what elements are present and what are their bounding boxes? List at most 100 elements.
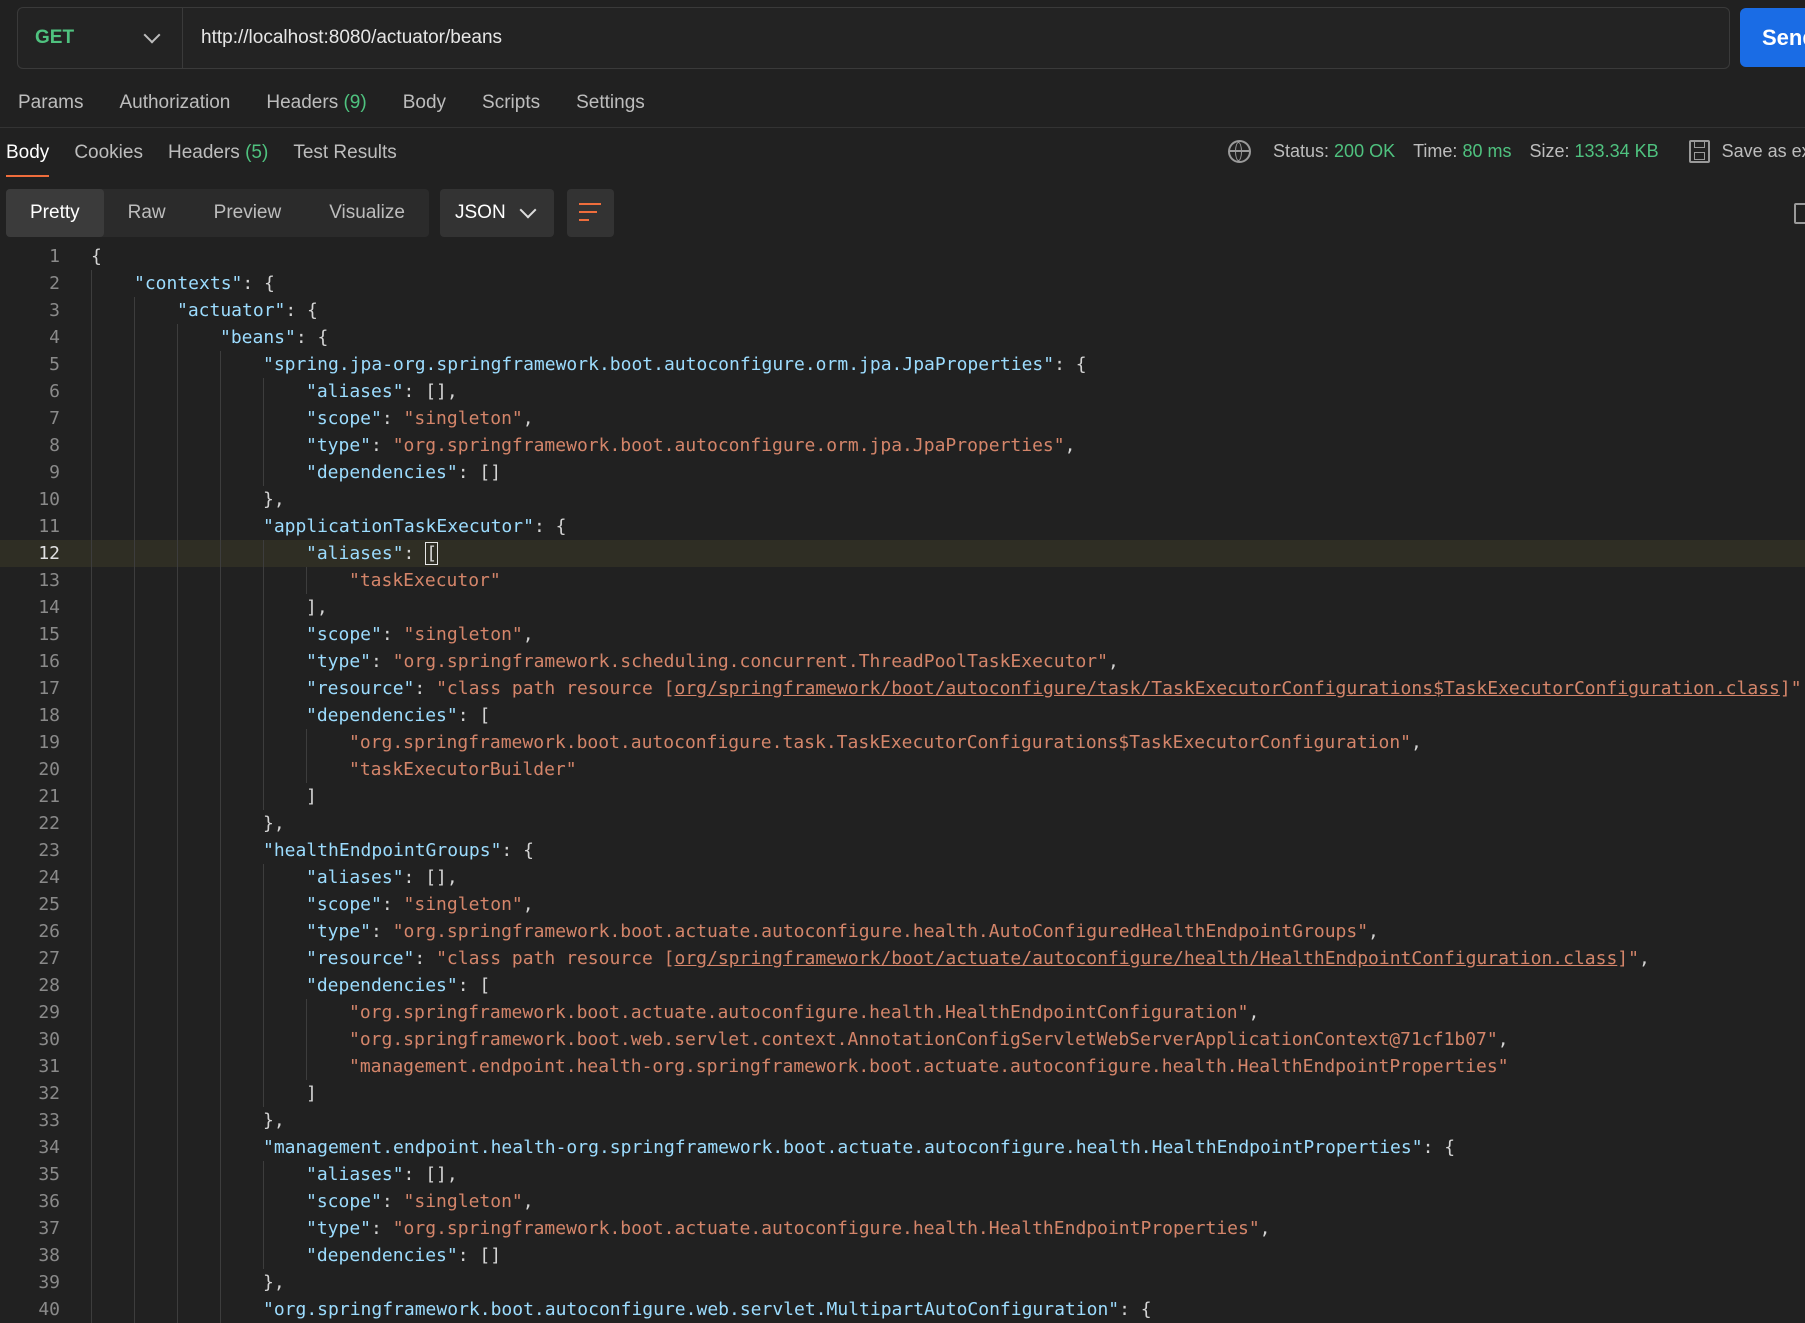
line-content: "applicationTaskExecutor": { [263, 513, 566, 540]
indent-guide [220, 945, 221, 972]
indent-guide [220, 540, 221, 567]
indent-guide [220, 1269, 221, 1296]
line-number: 21 [38, 786, 60, 807]
line-number: 8 [49, 435, 60, 456]
format-select[interactable]: JSON [440, 189, 554, 237]
save-as-example-button[interactable]: Save as example [1722, 141, 1805, 162]
line-number: 25 [38, 894, 60, 915]
code-token: , [522, 624, 534, 645]
chevron-down-icon [519, 201, 537, 219]
line-content: "spring.jpa-org.springframework.boot.aut… [263, 351, 1087, 378]
indent-guide [220, 918, 221, 945]
indent-guide [177, 918, 178, 945]
indent-guide [263, 702, 264, 729]
line-number: 34 [38, 1137, 60, 1158]
response-tabs: Body Cookies Headers (5) Test Results [6, 142, 422, 177]
line-number: 12 [38, 543, 60, 564]
code-token: "resource" [306, 948, 415, 969]
tab-body[interactable]: Body [403, 92, 446, 114]
code-token: "type" [306, 435, 372, 456]
code-line: 35 "aliases": [], [0, 1161, 1805, 1188]
view-tab-preview[interactable]: Preview [190, 189, 306, 237]
tab-label: Params [18, 92, 84, 113]
response-tab-body[interactable]: Body [6, 142, 50, 177]
chevron-down-icon [143, 26, 161, 44]
response-tab-headers[interactable]: Headers (5) [168, 142, 268, 164]
indent-guide [263, 540, 264, 567]
code-token: "taskExecutor" [349, 570, 501, 591]
line-content: }, [263, 810, 285, 837]
code-line: 13 "taskExecutor" [0, 567, 1805, 594]
code-token: : [371, 435, 393, 456]
indent-guide [134, 1269, 135, 1296]
indent-guide [220, 837, 221, 864]
code-line: 3 "actuator": { [0, 297, 1805, 324]
tab-count: (5) [245, 142, 269, 163]
indent-guide [91, 459, 92, 486]
wrap-lines-button[interactable] [567, 189, 614, 237]
indent-guide [263, 864, 264, 891]
view-tab-visualize[interactable]: Visualize [305, 189, 429, 237]
indent-guide [91, 810, 92, 837]
indent-guide [91, 1242, 92, 1269]
view-tab-pretty[interactable]: Pretty [6, 189, 104, 237]
code-line: 20 "taskExecutorBuilder" [0, 756, 1805, 783]
line-content: "type": "org.springframework.scheduling.… [306, 648, 1119, 675]
tab-scripts[interactable]: Scripts [482, 92, 540, 114]
tab-authorization[interactable]: Authorization [119, 92, 230, 114]
code-token: : { [242, 273, 275, 294]
method-select[interactable]: GET [18, 8, 183, 68]
code-line: 37 "type": "org.springframework.boot.actu… [0, 1215, 1805, 1242]
url-input[interactable] [183, 7, 1729, 69]
indent-guide [306, 999, 307, 1026]
code-token: , [1802, 678, 1805, 699]
line-content: "dependencies": [ [306, 702, 490, 729]
line-number: 10 [38, 489, 60, 510]
size-value: 133.34 KB [1574, 141, 1659, 161]
indent-guide [220, 459, 221, 486]
code-token: "healthEndpointGroups" [263, 840, 502, 861]
line-content: }, [263, 486, 285, 513]
line-number: 37 [38, 1218, 60, 1239]
code-token: "dependencies" [306, 462, 458, 483]
line-content: "contexts": { [134, 270, 275, 297]
code-line: 33}, [0, 1107, 1805, 1134]
tab-settings[interactable]: Settings [576, 92, 645, 114]
indent-guide [177, 1134, 178, 1161]
indent-guide [220, 675, 221, 702]
code-token: org/springframework/boot/actuate/autocon… [674, 948, 1618, 969]
indent-guide [177, 540, 178, 567]
indent-guide [263, 405, 264, 432]
indent-guide [177, 999, 178, 1026]
send-button[interactable]: Send [1740, 8, 1805, 67]
indent-guide [263, 594, 264, 621]
code-token: , [1107, 651, 1119, 672]
indent-guide [91, 513, 92, 540]
indent-guide [91, 324, 92, 351]
globe-icon[interactable] [1228, 140, 1251, 163]
indent-guide [177, 702, 178, 729]
indent-guide [306, 756, 307, 783]
indent-guide [220, 567, 221, 594]
indent-guide [220, 1026, 221, 1053]
indent-guide [134, 297, 135, 324]
copy-icon[interactable] [1794, 203, 1805, 224]
indent-guide [177, 1161, 178, 1188]
indent-guide [177, 837, 178, 864]
status-value: 200 OK [1334, 141, 1396, 161]
tab-headers[interactable]: Headers (9) [266, 92, 366, 114]
indent-guide [177, 1242, 178, 1269]
code-line: 1{ [0, 243, 1805, 270]
indent-guide [220, 864, 221, 891]
view-tab-raw[interactable]: Raw [104, 189, 190, 237]
indent-guide [177, 1188, 178, 1215]
response-body-editor[interactable]: 1{2 "contexts": {3 "actuator": {4 "beans": … [0, 243, 1805, 1323]
tab-params[interactable]: Params [18, 92, 83, 114]
code-line: 5 "spring.jpa-org.springframework.boot.au… [0, 351, 1805, 378]
response-tab-cookies[interactable]: Cookies [74, 142, 143, 164]
indent-guide [220, 1053, 221, 1080]
response-tab-test-results[interactable]: Test Results [293, 142, 396, 164]
indent-guide [263, 621, 264, 648]
code-line: 7 "scope": "singleton", [0, 405, 1805, 432]
line-content: ] [306, 783, 317, 810]
